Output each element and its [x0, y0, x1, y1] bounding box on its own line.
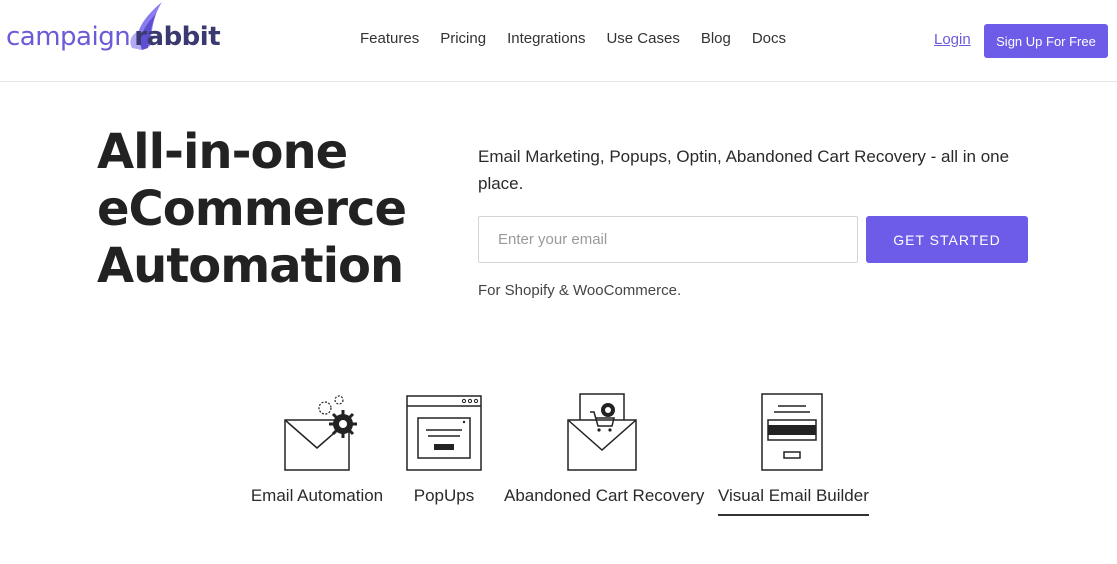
logo-text-rabbit: rabbit	[134, 22, 221, 52]
logo-text-campaign: campaign	[6, 22, 131, 52]
main-nav: Features Pricing Integrations Use Cases …	[360, 30, 807, 47]
nav-docs[interactable]: Docs	[752, 30, 786, 47]
hero-title-line-1: All-in-one	[97, 124, 348, 180]
hero-title-line-3: Automation	[97, 238, 404, 294]
site-header: campaign rabbit Features Pricing Integrat…	[0, 0, 1117, 82]
email-input[interactable]	[478, 216, 858, 263]
logo[interactable]: campaign rabbit	[6, 0, 226, 60]
nav-use-cases[interactable]: Use Cases	[606, 30, 679, 47]
feature-abandoned-cart-recovery[interactable]: Abandoned Cart Recovery	[504, 390, 704, 514]
nav-pricing[interactable]: Pricing	[440, 30, 486, 47]
envelope-gears-icon	[284, 395, 357, 471]
hero-title-line-2: eCommerce	[97, 181, 407, 237]
feature-label: Email Automation	[250, 486, 384, 505]
hero-description: Email Marketing, Popups, Optin, Abandone…	[478, 147, 1010, 193]
logo-text: campaign rabbit	[6, 22, 221, 52]
feature-label: Visual Email Builder	[718, 486, 869, 516]
hero-title: All-in-one eCommerce Automation	[97, 124, 417, 295]
get-started-button[interactable]: GET STARTED	[866, 216, 1028, 263]
platforms-note: For Shopify & WooCommerce.	[478, 282, 682, 299]
browser-popup-icon	[406, 395, 482, 471]
envelope-cart-icon	[567, 393, 637, 471]
signup-button[interactable]: Sign Up For Free	[984, 24, 1108, 58]
feature-label: PopUps	[413, 486, 475, 505]
nav-blog[interactable]: Blog	[701, 30, 731, 47]
login-link[interactable]: Login	[934, 31, 971, 48]
email-layout-icon	[761, 393, 823, 471]
nav-integrations[interactable]: Integrations	[507, 30, 585, 47]
nav-features[interactable]: Features	[360, 30, 419, 47]
feature-email-automation[interactable]: Email Automation	[250, 390, 384, 514]
feature-popups[interactable]: PopUps	[406, 390, 482, 514]
feature-visual-email-builder[interactable]: Visual Email Builder	[718, 390, 869, 516]
feature-label: Abandoned Cart Recovery	[504, 486, 705, 505]
